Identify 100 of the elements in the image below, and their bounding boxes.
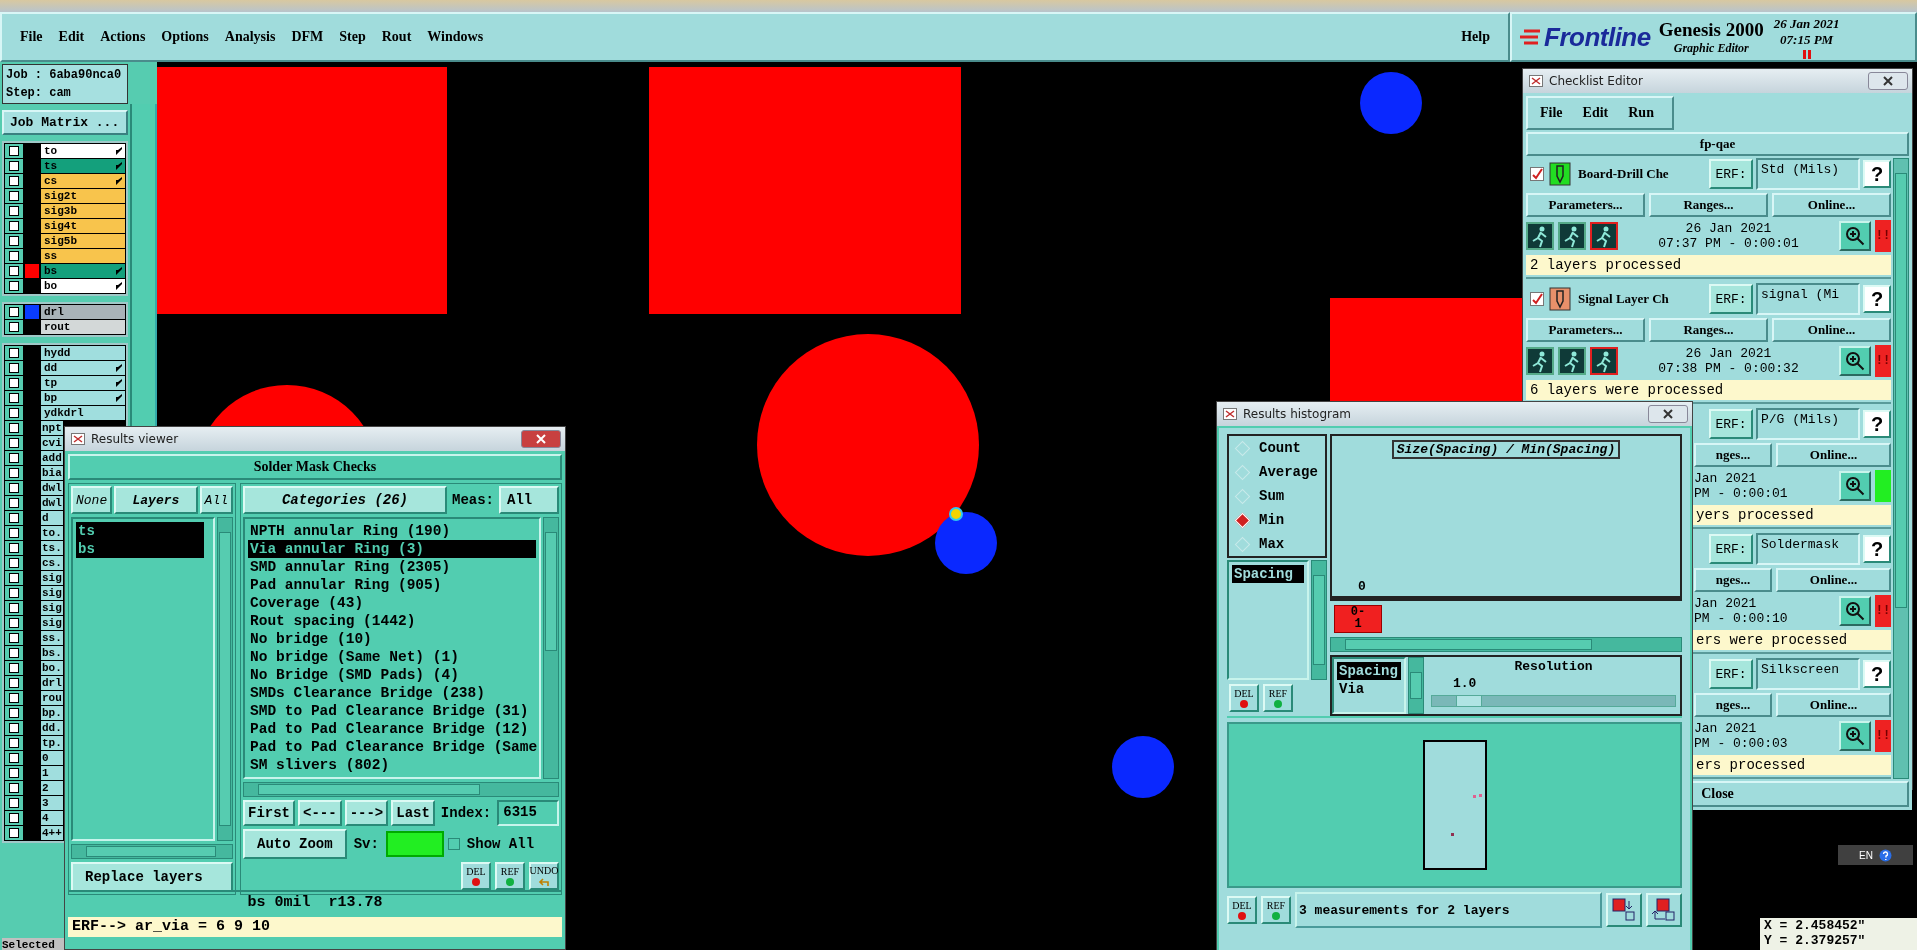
list-item[interactable]: Coverage (43) bbox=[248, 594, 536, 612]
layer-filter-button[interactable]: None bbox=[71, 486, 113, 514]
list-item[interactable]: ts bbox=[76, 522, 204, 540]
close-button[interactable] bbox=[1868, 72, 1908, 90]
resolution-slider[interactable] bbox=[1431, 695, 1676, 707]
layer-row[interactable]: tp bbox=[41, 376, 125, 390]
erf-field[interactable]: Std (Mils) bbox=[1756, 158, 1860, 190]
check-action-button[interactable]: Parameters... bbox=[1526, 193, 1645, 217]
vertical-scrollbar[interactable] bbox=[217, 517, 233, 841]
menu-item[interactable]: DFM bbox=[283, 27, 332, 47]
zoom-button[interactable] bbox=[1839, 346, 1871, 376]
menu-item[interactable]: Analysis bbox=[216, 27, 284, 47]
vertical-scrollbar[interactable] bbox=[543, 517, 559, 779]
layer-checkbox[interactable] bbox=[9, 423, 19, 433]
layer-name[interactable]: ts. bbox=[41, 541, 63, 555]
layer-name[interactable]: to. bbox=[41, 526, 63, 540]
list-item[interactable]: Rout spacing (1442) bbox=[248, 612, 536, 630]
layer-name[interactable]: rou bbox=[41, 691, 63, 705]
import-button[interactable] bbox=[1646, 893, 1682, 927]
layer-name[interactable]: bp. bbox=[41, 706, 63, 720]
categories-button[interactable]: Categories (26) bbox=[243, 486, 447, 514]
menu-item[interactable]: Edit bbox=[50, 27, 93, 47]
check-action-button[interactable]: Ranges... bbox=[1649, 193, 1768, 217]
language-bar[interactable]: EN bbox=[1838, 845, 1913, 865]
layer-checkbox[interactable] bbox=[9, 813, 19, 823]
list-item[interactable]: Pad annular Ring (905) bbox=[248, 576, 536, 594]
running-figure-icon[interactable] bbox=[1590, 347, 1618, 375]
erf-button[interactable]: ERF: bbox=[1709, 659, 1753, 689]
tool-button[interactable]: REF bbox=[495, 862, 525, 890]
check-action-button[interactable]: Ranges... bbox=[1649, 318, 1768, 342]
layer-row[interactable]: sig2t bbox=[41, 189, 125, 203]
layer-checkbox[interactable] bbox=[9, 378, 19, 388]
checkbox[interactable] bbox=[1530, 167, 1544, 181]
layer-name[interactable]: drl bbox=[41, 676, 63, 690]
erf-button[interactable]: ERF: bbox=[1709, 284, 1753, 314]
tool-button[interactable]: DEL bbox=[1229, 684, 1259, 712]
histogram-bin[interactable]: 0-1 bbox=[1334, 605, 1382, 633]
running-figure-icon[interactable] bbox=[1590, 222, 1618, 250]
layer-checkbox[interactable] bbox=[9, 468, 19, 478]
help-button[interactable]: ? bbox=[1863, 160, 1891, 188]
layer-checkbox[interactable] bbox=[9, 768, 19, 778]
layer-row[interactable]: dd bbox=[41, 361, 125, 375]
horizontal-scrollbar[interactable] bbox=[71, 844, 233, 859]
vertical-scrollbar[interactable] bbox=[1893, 158, 1909, 779]
layer-checkbox[interactable] bbox=[9, 738, 19, 748]
zoom-button[interactable] bbox=[1839, 221, 1871, 251]
layer-checkbox[interactable] bbox=[9, 281, 19, 291]
menu-item[interactable]: Step bbox=[331, 27, 374, 47]
check-action-button[interactable]: Online... bbox=[1776, 693, 1891, 717]
layer-name[interactable]: sig bbox=[41, 601, 63, 615]
layer-name[interactable]: dwl bbox=[41, 481, 63, 495]
check-action-button[interactable]: Online... bbox=[1776, 443, 1891, 467]
list-item[interactable]: Via bbox=[1337, 680, 1401, 698]
list-item[interactable]: SM slivers (802) bbox=[248, 756, 536, 774]
layer-row[interactable]: ss bbox=[41, 249, 125, 263]
navigation-button[interactable]: ---> bbox=[344, 800, 389, 826]
vertical-scrollbar[interactable] bbox=[1408, 657, 1424, 714]
layer-checkbox[interactable] bbox=[9, 266, 19, 276]
layer-name[interactable]: bo. bbox=[41, 661, 63, 675]
check-action-button[interactable]: Online... bbox=[1776, 568, 1891, 592]
close-button[interactable] bbox=[1648, 405, 1688, 423]
layer-checkbox[interactable] bbox=[9, 483, 19, 493]
menu-item[interactable]: Rout bbox=[373, 27, 420, 47]
layer-checkbox[interactable] bbox=[9, 513, 19, 523]
layer-name[interactable]: 0 bbox=[41, 751, 63, 765]
tool-button[interactable]: DEL bbox=[1227, 896, 1257, 924]
tool-button[interactable]: UNDO bbox=[529, 862, 559, 890]
erf-button[interactable]: ERF: bbox=[1709, 409, 1753, 439]
running-figure-icon[interactable] bbox=[1526, 222, 1554, 250]
menu-item[interactable]: Actions bbox=[92, 27, 154, 47]
slider-thumb[interactable] bbox=[1456, 695, 1483, 707]
zoom-button[interactable] bbox=[1839, 596, 1871, 626]
layer-name[interactable]: bia bbox=[41, 466, 63, 480]
horizontal-scrollbar[interactable] bbox=[1330, 637, 1682, 652]
list-item[interactable]: SMD annular Ring (2305) bbox=[248, 558, 536, 576]
layer-name[interactable]: cs. bbox=[41, 556, 63, 570]
layer-name[interactable]: tp. bbox=[41, 736, 63, 750]
layer-checkbox[interactable] bbox=[9, 663, 19, 673]
navigation-button[interactable]: First bbox=[243, 800, 295, 826]
layer-row[interactable]: drl bbox=[41, 305, 125, 319]
layer-checkbox[interactable] bbox=[9, 558, 19, 568]
list-item[interactable]: Via annular Ring (3) bbox=[248, 540, 536, 558]
checkbox[interactable] bbox=[447, 838, 460, 850]
layer-name[interactable]: bs. bbox=[41, 646, 63, 660]
navigation-button[interactable]: <--- bbox=[298, 800, 342, 826]
menu-item[interactable]: Options bbox=[153, 27, 217, 47]
layer-name[interactable]: 3 bbox=[41, 796, 63, 810]
tool-button[interactable]: DEL bbox=[461, 862, 491, 890]
running-figure-icon[interactable] bbox=[1558, 222, 1586, 250]
layer-checkbox[interactable] bbox=[9, 408, 19, 418]
erf-field[interactable]: P/G (Mils) bbox=[1756, 408, 1860, 440]
layer-checkbox[interactable] bbox=[9, 363, 19, 373]
tool-button[interactable]: REF bbox=[1261, 896, 1291, 924]
layer-checkbox[interactable] bbox=[9, 828, 19, 838]
erf-field[interactable]: Silkscreen bbox=[1756, 658, 1860, 690]
navigation-button[interactable]: Last bbox=[391, 800, 435, 826]
menu-item[interactable]: File bbox=[1532, 103, 1571, 123]
layer-color-swatch[interactable] bbox=[25, 264, 39, 278]
erf-field[interactable]: Soldermask bbox=[1756, 533, 1860, 565]
meas-dropdown[interactable]: All bbox=[499, 486, 559, 514]
